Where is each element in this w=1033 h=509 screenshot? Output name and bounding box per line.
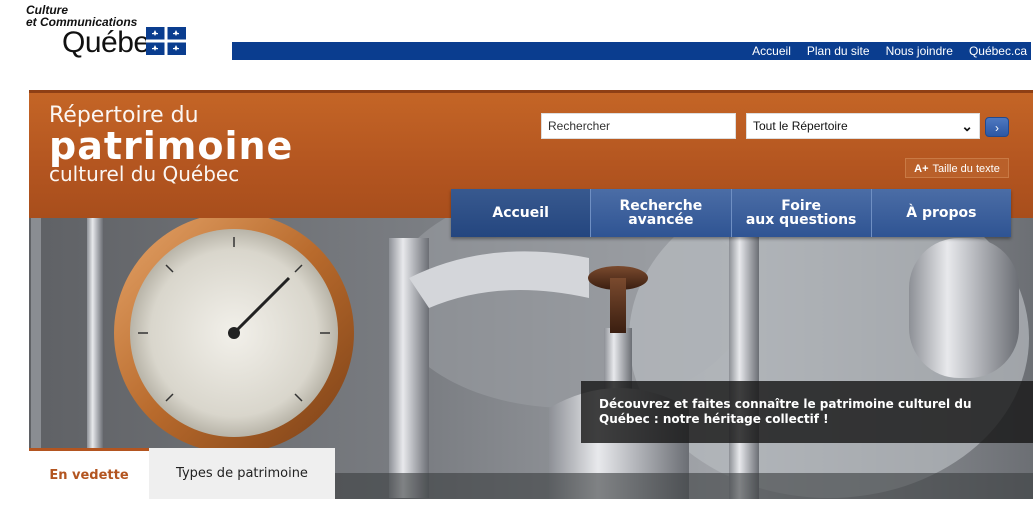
nav-accueil[interactable]: Accueil [451, 189, 592, 237]
text-size-button[interactable]: A+ Taille du texte [905, 158, 1009, 178]
tab-en-vedette[interactable]: En vedette [29, 448, 149, 499]
site-title-line-2: patrimoine [49, 124, 294, 168]
gov-link-quebec-ca[interactable]: Québec.ca [969, 42, 1027, 60]
gov-link-nous-joindre[interactable]: Nous joindre [886, 42, 953, 60]
tab-types-de-patrimoine[interactable]: Types de patrimoine [149, 448, 335, 499]
hero-caption: Découvrez et faites connaître le patrimo… [581, 381, 1033, 443]
search-scope-value: Tout le Répertoire [753, 119, 848, 133]
nav-recherche-avancee-label: Recherche avancée [619, 198, 703, 228]
nav-recherche-avancee[interactable]: Recherche avancée [591, 189, 732, 237]
nav-a-propos-label: À propos [906, 205, 977, 221]
content-tabs: En vedette Types de patrimoine [29, 448, 335, 499]
nav-faq[interactable]: Foire aux questions [731, 189, 872, 237]
chevron-down-icon: ⌄ [961, 117, 973, 134]
search-scope-select[interactable]: Tout le Répertoire ⌄ [746, 113, 980, 139]
gov-nav-bar: Accueil Plan du site Nous joindre Québec… [232, 42, 1031, 60]
gov-header: Culture et Communications Québec Accueil… [0, 0, 1033, 70]
gov-link-plan-du-site[interactable]: Plan du site [807, 42, 870, 60]
search-submit-button[interactable]: › [985, 117, 1009, 137]
site-title-line-3: culturel du Québec [49, 162, 240, 186]
nav-faq-label: Foire aux questions [745, 198, 857, 228]
nav-a-propos[interactable]: À propos [871, 189, 1011, 237]
text-size-label: Taille du texte [932, 163, 1000, 175]
quebec-flag-icon [146, 27, 186, 55]
nav-accueil-label: Accueil [492, 205, 549, 221]
gov-link-accueil[interactable]: Accueil [752, 42, 791, 60]
chevron-right-icon: › [995, 121, 999, 135]
gov-logo[interactable]: Culture et Communications Québec [26, 4, 226, 64]
main-nav: Accueil Recherche avancée Foire aux questi… [451, 189, 1011, 237]
gov-links: Accueil Plan du site Nous joindre Québec… [736, 42, 1027, 60]
site-title-line-1: Répertoire du [49, 103, 199, 128]
site-title[interactable]: Répertoire du patrimoine culturel du Qué… [49, 103, 293, 185]
text-size-icon: A+ [914, 163, 929, 175]
search-input[interactable] [541, 113, 736, 139]
